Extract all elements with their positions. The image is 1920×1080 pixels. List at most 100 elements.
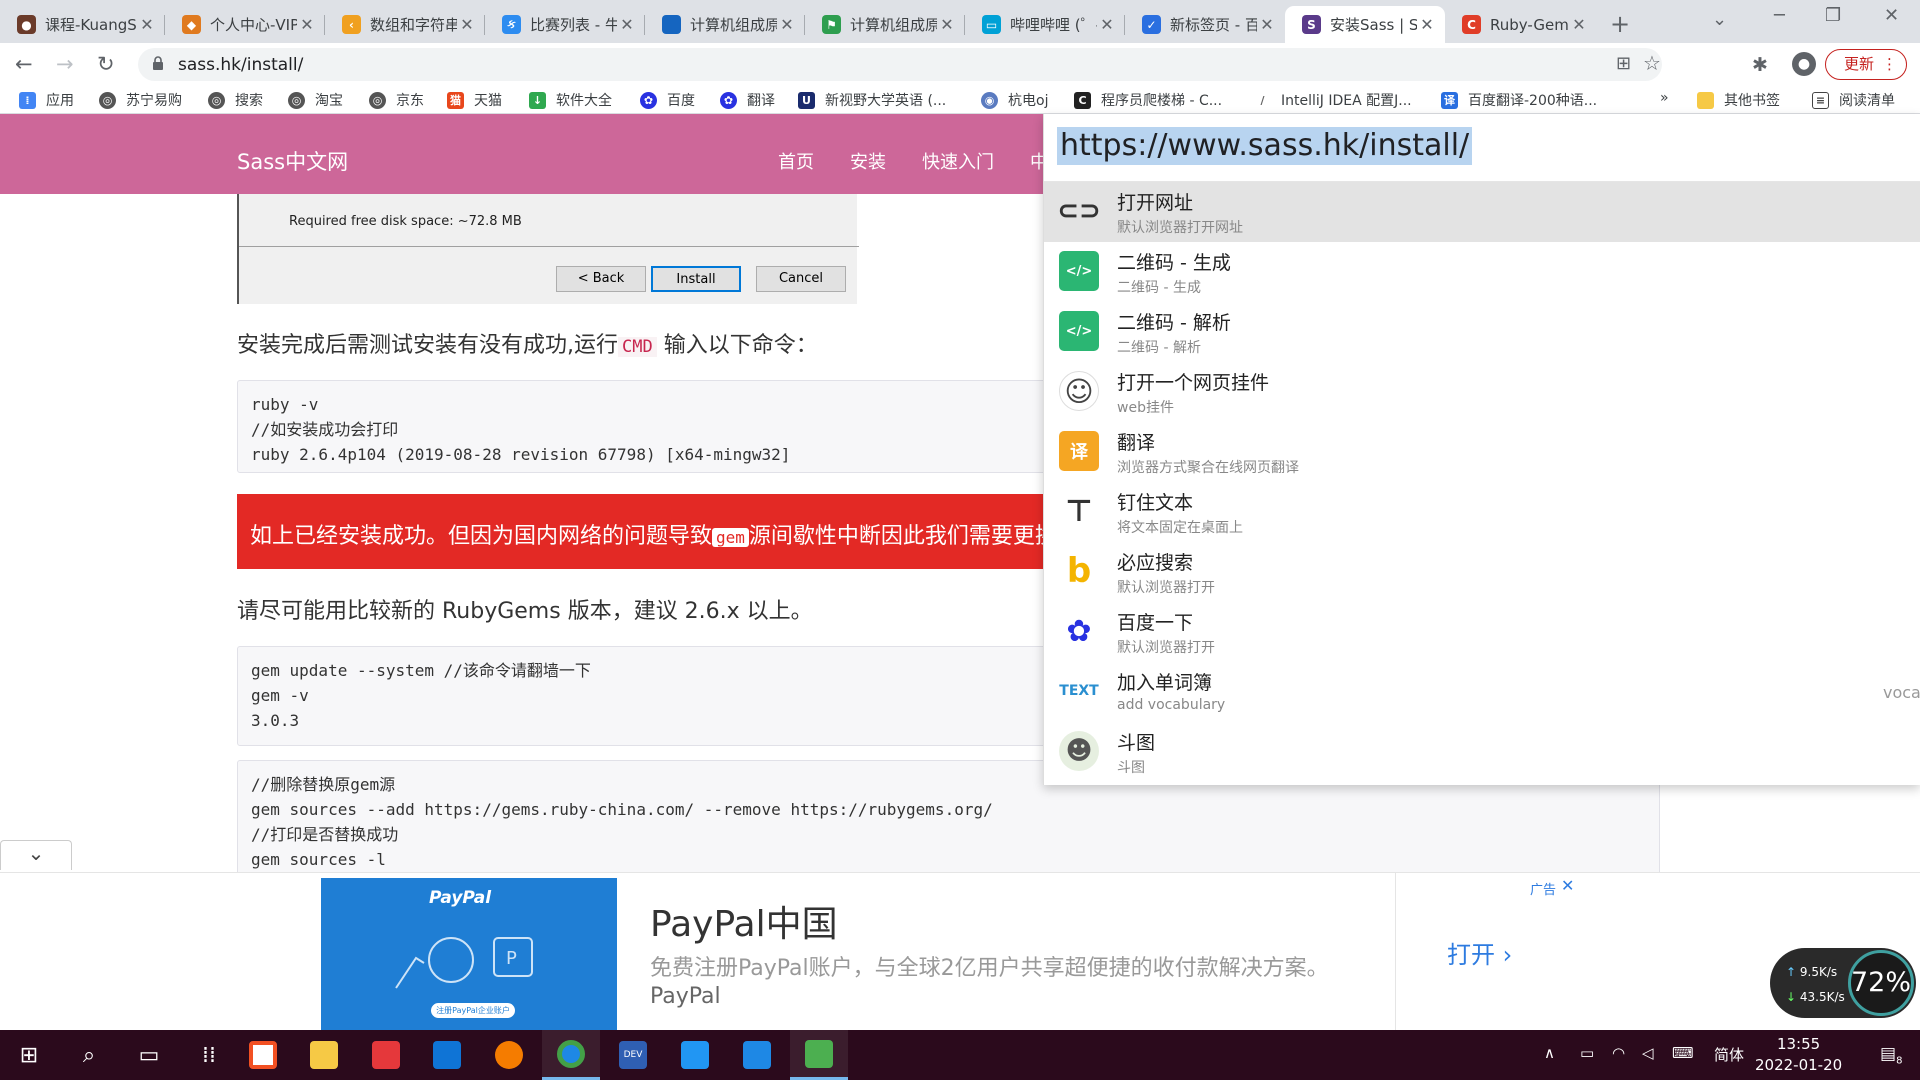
restore-icon[interactable]: ❐	[1825, 5, 1841, 26]
bookmark-search[interactable]: ◎ 搜索	[208, 90, 263, 110]
tab-nowcoder[interactable]: ક 比赛列表 - 牛客 ✕	[485, 6, 645, 43]
close-icon[interactable]: ✕	[617, 15, 637, 34]
bookmark-tmall[interactable]: 猫天猫	[447, 90, 502, 110]
wifi-icon[interactable]: ◠	[1612, 1044, 1625, 1062]
tab-sass-install[interactable]: S 安装Sass | Sass中文网 ✕	[1285, 6, 1445, 43]
close-icon[interactable]: ✕	[937, 15, 957, 34]
task-view-icon[interactable]: ▭	[120, 1030, 178, 1080]
network-speed-widget[interactable]: ↑ 9.5K/s ↓ 43.5K/s 72%	[1770, 948, 1916, 1018]
close-icon[interactable]: ✕	[1417, 15, 1437, 34]
bookmark-translate[interactable]: ✿ 翻译	[720, 90, 775, 110]
ad-title[interactable]: PayPal中国	[650, 895, 838, 947]
collapse-chevron-icon[interactable]: ⌄	[0, 840, 72, 870]
start-icon[interactable]: ⊞	[0, 1030, 58, 1080]
bookmark-reading-list[interactable]: ≡ 阅读清单	[1812, 90, 1895, 110]
green-app-icon[interactable]	[790, 1030, 848, 1080]
tab-bilibili[interactable]: ▭ 哔哩哔哩 (゜-゜) ✕	[965, 6, 1125, 43]
address-bar[interactable]: sass.hk/install/ ⊞ ☆	[138, 48, 1662, 81]
launcher-item-pin-text[interactable]: ⊤ 钉住文本 将文本固定在桌面上	[1044, 482, 1920, 542]
paypal-ad-image[interactable]: PayPal P 注册PayPal企业账户	[321, 878, 617, 1031]
tray-expand-icon[interactable]: ∧	[1544, 1044, 1555, 1062]
tab-ruby-gems[interactable]: C Ruby-Gems ✕	[1445, 6, 1597, 43]
store-icon[interactable]	[234, 1030, 292, 1080]
search-icon[interactable]: ⌕	[60, 1030, 118, 1080]
tab-search-icon[interactable]: ⌄	[1712, 9, 1727, 30]
nav-quickstart[interactable]: 快速入门	[922, 148, 994, 174]
gem-inline-code: gem	[712, 528, 749, 547]
vscode-icon[interactable]	[728, 1030, 786, 1080]
bookmark-baidu-translate[interactable]: 译百度翻译-200种语...	[1441, 90, 1597, 110]
tab-kuangstudy[interactable]: ● 课程-KuangStudy ✕	[0, 6, 165, 43]
launcher-item-bing[interactable]: b 必应搜索 默认浏览器打开	[1044, 542, 1920, 602]
bookmark-baidu[interactable]: ✿ 百度	[640, 90, 695, 110]
launcher-item-web-widget[interactable]: ☺ 打开一个网页挂件 web挂件	[1044, 362, 1920, 422]
gift-icon[interactable]	[357, 1030, 415, 1080]
close-icon[interactable]: ✕	[1257, 15, 1277, 34]
close-icon[interactable]: ✕	[137, 15, 157, 34]
item-subtitle: web挂件	[1117, 400, 1174, 416]
qr-share-icon[interactable]: ⊞	[1616, 53, 1631, 74]
tab-computer-org-2[interactable]: ⚑ 计算机组成原理 ✕	[805, 6, 965, 43]
ime-indicator[interactable]: 简体	[1714, 1044, 1744, 1065]
new-tab-icon[interactable]: +	[1610, 10, 1630, 38]
ad-close-icon[interactable]: ✕	[1561, 876, 1574, 895]
system-clock[interactable]: 13:55 2022-01-20	[1755, 1034, 1842, 1076]
keyboard-icon[interactable]: ⌨	[1672, 1044, 1694, 1062]
orange-app-icon[interactable]	[480, 1030, 538, 1080]
address-url[interactable]: sass.hk/install/	[178, 55, 303, 75]
tab-leetcode[interactable]: ‹ 数组和字符串 ✕	[325, 6, 485, 43]
bookmark-jd[interactable]: ◎ 京东	[369, 90, 424, 110]
profile-avatar-icon[interactable]: ●	[1792, 52, 1816, 76]
notification-icon[interactable]: ▤8	[1880, 1044, 1902, 1066]
mail-icon[interactable]	[418, 1030, 476, 1080]
back-arrow-icon[interactable]: ←	[15, 52, 33, 76]
launcher-input[interactable]: https://www.sass.hk/install/	[1057, 127, 1473, 165]
bookmark-apps[interactable]: ⁞ 应用	[19, 90, 74, 110]
feishu-icon[interactable]	[666, 1030, 724, 1080]
site-logo[interactable]: Sass中文网	[237, 146, 348, 176]
forward-arrow-icon[interactable]: →	[56, 52, 74, 76]
bookmark-suning[interactable]: ◎ 苏宁易购	[99, 90, 182, 110]
bookmark-intellij[interactable]: ∕ IntelliJ IDEA 配置J...	[1254, 90, 1412, 110]
nav-home[interactable]: 首页	[778, 148, 814, 174]
launcher-input-area[interactable]: https://www.sass.hk/install/	[1044, 114, 1920, 182]
close-icon[interactable]: ✕	[297, 15, 317, 34]
close-icon[interactable]: ✕	[1097, 15, 1117, 34]
bookmarks-overflow-icon[interactable]: »	[1660, 90, 1669, 106]
launcher-item-qr-generate[interactable]: </> 二维码 - 生成 二维码 - 生成	[1044, 242, 1920, 302]
volume-icon[interactable]: ◁	[1642, 1044, 1654, 1062]
chrome-icon[interactable]	[542, 1030, 600, 1080]
bookmark-hdu-oj[interactable]: ◉ 杭电oj	[981, 90, 1048, 110]
launcher-item-qr-parse[interactable]: </> 二维码 - 解析 二维码 - 解析	[1044, 302, 1920, 362]
extensions-puzzle-icon[interactable]: ✱	[1752, 54, 1768, 76]
close-icon[interactable]: ✕	[457, 15, 477, 34]
launcher-item-open-url[interactable]: ⊂⊃ 打开网址 默认浏览器打开网址	[1044, 182, 1920, 242]
launcher-item-vocabulary[interactable]: TEXT 加入单词簿 add vocabulary	[1044, 662, 1920, 722]
tab-computer-org-1[interactable]: 计算机组成原理 ✕	[645, 6, 805, 43]
bookmark-csdn[interactable]: C 程序员爬楼梯 - C...	[1074, 90, 1222, 110]
bookmark-star-icon[interactable]: ☆	[1643, 51, 1661, 75]
reload-icon[interactable]: ↻	[97, 52, 115, 76]
window-close-icon[interactable]: ✕	[1884, 5, 1899, 26]
bookmark-other[interactable]: 其他书签	[1697, 90, 1780, 110]
bookmark-software[interactable]: ↓ 软件大全	[529, 90, 612, 110]
battery-icon[interactable]: ▭	[1580, 1044, 1594, 1062]
ad-banner[interactable]: PayPal P 注册PayPal企业账户 PayPal中国 免费注册PayPa…	[0, 872, 1920, 1031]
nav-install[interactable]: 安装	[850, 148, 886, 174]
close-icon[interactable]: ✕	[1569, 15, 1589, 34]
bookmark-taobao[interactable]: ◎ 淘宝	[288, 90, 343, 110]
tab-newtab[interactable]: ✓ 新标签页 - 百度 ✕	[1125, 6, 1285, 43]
launcher-item-translate[interactable]: 译 翻译 浏览器方式聚合在线网页翻译	[1044, 422, 1920, 482]
bookmark-new-horizon[interactable]: U 新视野大学英语 (...	[798, 90, 946, 110]
update-button[interactable]: 更新 ⋮	[1825, 49, 1907, 80]
file-explorer-icon[interactable]	[295, 1030, 353, 1080]
apps-grid-icon[interactable]: ⁞⁞	[180, 1030, 238, 1080]
tab-vip[interactable]: ◆ 个人中心-VIP ✕	[165, 6, 325, 43]
ad-open-button[interactable]: 打开 ›	[1447, 935, 1512, 970]
globe-icon: ◎	[369, 91, 386, 109]
close-icon[interactable]: ✕	[777, 15, 797, 34]
minimize-icon[interactable]: ─	[1774, 5, 1785, 26]
launcher-item-baidu[interactable]: ✿ 百度一下 默认浏览器打开	[1044, 602, 1920, 662]
devcpp-icon[interactable]: DEV	[604, 1030, 662, 1080]
launcher-item-doutu[interactable]: ☻ 斗图 斗图	[1044, 722, 1920, 785]
